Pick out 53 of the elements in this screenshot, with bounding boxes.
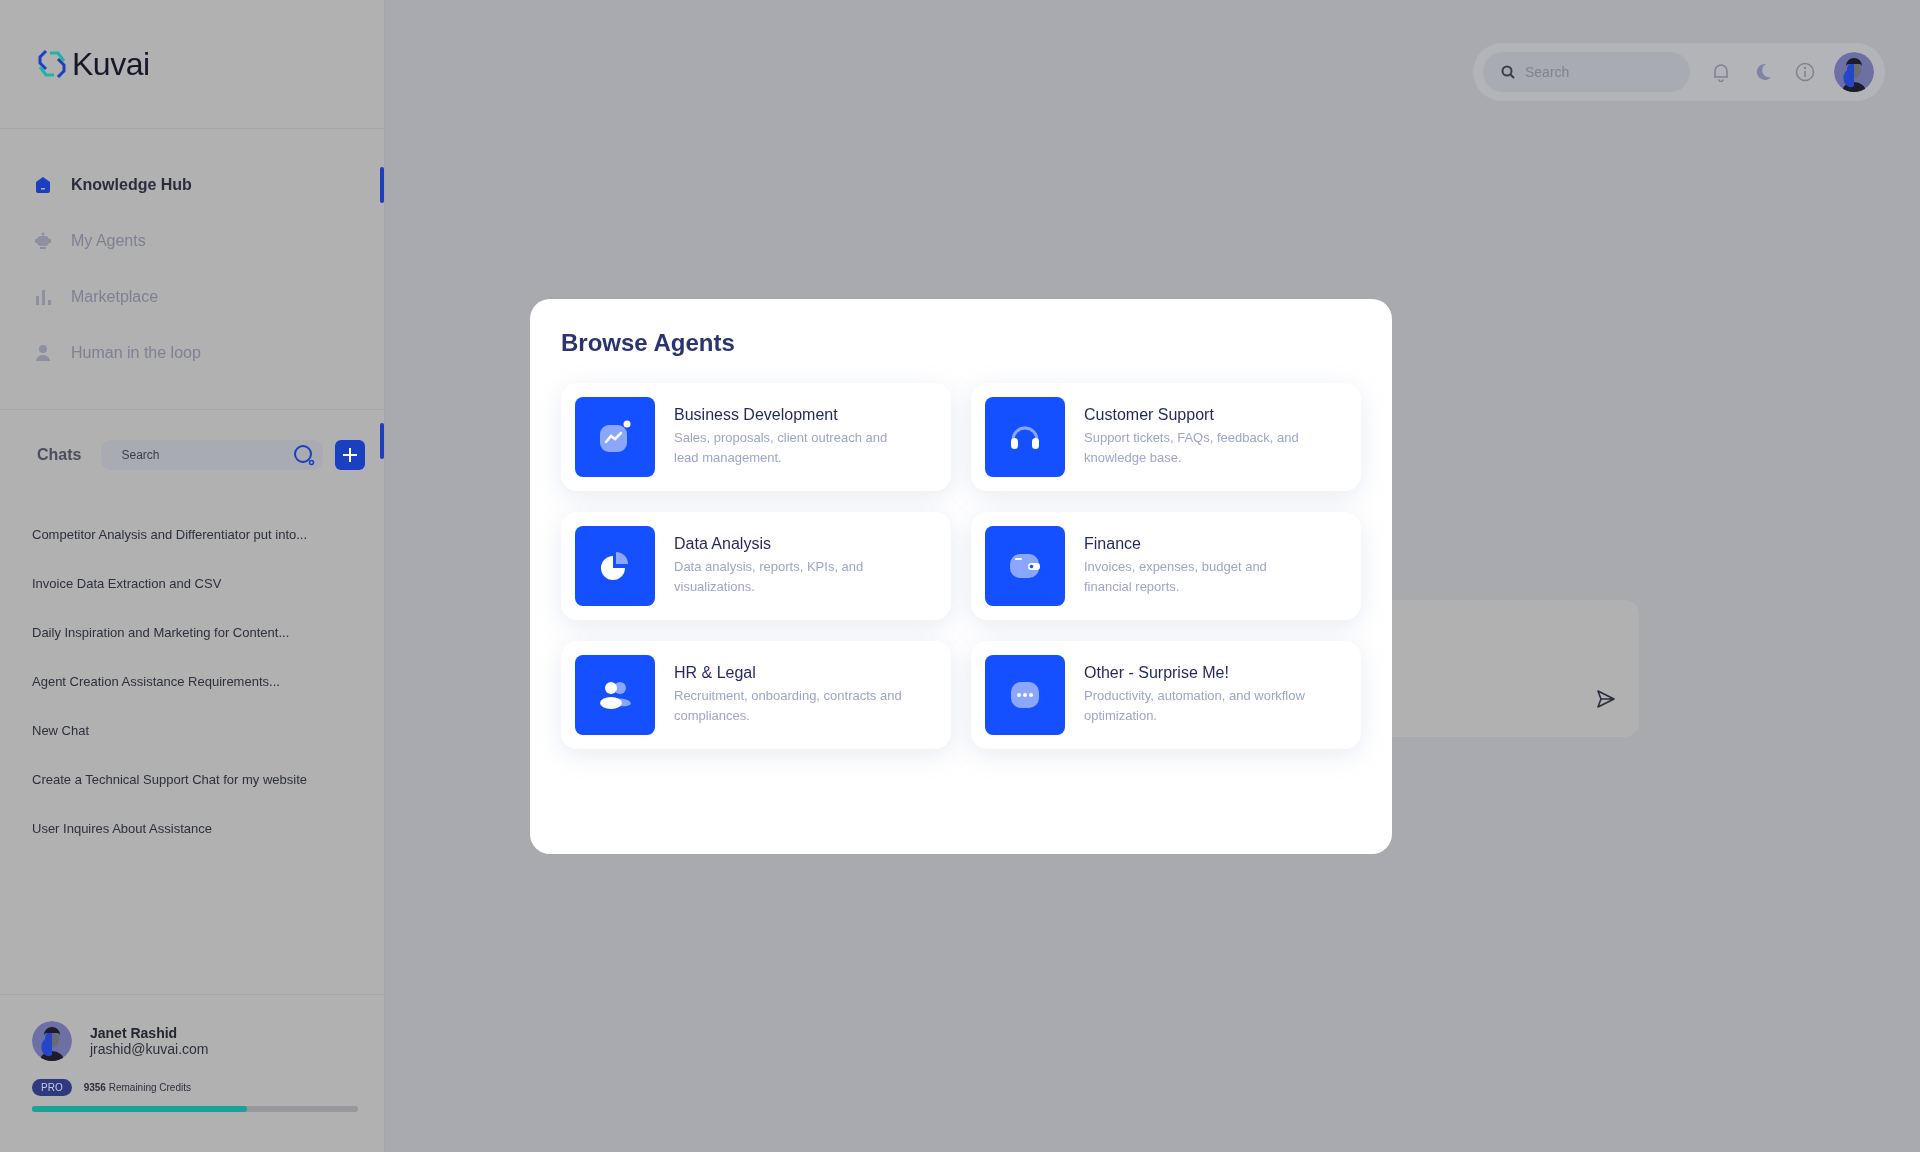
person-icon (33, 343, 53, 363)
user-email: jrashid@kuvai.com (90, 1041, 209, 1057)
trend-chart-icon (598, 420, 632, 454)
agent-description: Sales, proposals, client outreach and lead management. (674, 429, 889, 467)
agent-description: Data analysis, reports, KPIs, and visualizations. (674, 558, 865, 596)
agent-card[interactable]: Finance Invoices, expenses, budget and financial reports. (971, 512, 1361, 620)
chat-search-field[interactable]: Search (101, 440, 324, 470)
bell-icon (1712, 62, 1730, 82)
logo-icon (36, 49, 68, 79)
home-icon (33, 175, 53, 195)
chat-item[interactable]: Create a Technical Support Chat for my website (32, 755, 384, 804)
agent-card[interactable]: Customer Support Support tickets, FAQs, feedback, and knowledge base. (971, 383, 1361, 491)
agent-title: Finance (1084, 535, 1142, 553)
agent-card[interactable]: Data Analysis Data analysis, reports, KPIs, and visualizations. (561, 512, 951, 620)
chat-item[interactable]: User Inquires About Assistance (32, 804, 384, 853)
send-button[interactable] (1595, 689, 1617, 711)
agent-title: HR & Legal (674, 664, 757, 682)
moon-icon (1754, 63, 1772, 81)
chat-item[interactable]: New Chat (32, 706, 384, 755)
agent-description: Support tickets, FAQs, feedback, and knowledge base. (1084, 429, 1300, 467)
send-icon (1596, 689, 1616, 709)
dialog-title: Browse Agents (561, 329, 736, 357)
agent-title: Customer Support (1084, 406, 1215, 424)
robot-icon (33, 231, 53, 251)
agent-description: Recruitment, onboarding, contracts and compliances. (674, 687, 903, 725)
agent-description: Invoices, expenses, budget and financial reports. (1084, 558, 1268, 596)
agent-title: Data Analysis (674, 535, 772, 553)
user-avatar (32, 1021, 72, 1061)
agent-card[interactable]: Business Development Sales, proposals, client outreach and lead management. (561, 383, 951, 491)
agent-title: Other - Surprise Me! (1084, 664, 1230, 682)
new-chat-button[interactable] (335, 440, 366, 470)
chat-item[interactable]: Competitor Analysis and Differentiator put into... (32, 510, 384, 559)
user-name: Janet Rashid (90, 1025, 179, 1041)
agent-title: Business Development (674, 406, 839, 424)
nav-item[interactable]: Knowledge Hub (0, 157, 384, 213)
agent-description: Productivity, automation, and workflow optimization. (1084, 687, 1306, 725)
info-button[interactable] (1794, 61, 1816, 83)
search-icon (1501, 65, 1515, 79)
bar-chart-icon (33, 287, 53, 307)
agent-card[interactable]: Other - Surprise Me! Productivity, automation, and workflow optimization. (971, 641, 1361, 749)
scrollbar-thumb[interactable] (380, 423, 384, 459)
chat-item[interactable]: Daily Inspiration and Marketing for Content... (32, 608, 384, 657)
info-icon (1795, 62, 1815, 82)
profile-avatar (1834, 52, 1874, 92)
logo-text: Kuvai (72, 45, 150, 83)
plan-badge: PRO (32, 1079, 72, 1096)
chat-item[interactable]: Agent Creation Assistance Requirements... (32, 657, 384, 706)
chats-heading: Chats (37, 446, 82, 464)
chat-item[interactable]: Invoice Data Extraction and CSV (32, 559, 384, 608)
search-icon (293, 444, 316, 466)
plus-icon (342, 447, 359, 463)
credits-text: 9356 Remaining Credits (83, 1082, 191, 1093)
agent-card[interactable]: HR & Legal Recruitment, onboarding, contracts and compliances. (561, 641, 951, 749)
